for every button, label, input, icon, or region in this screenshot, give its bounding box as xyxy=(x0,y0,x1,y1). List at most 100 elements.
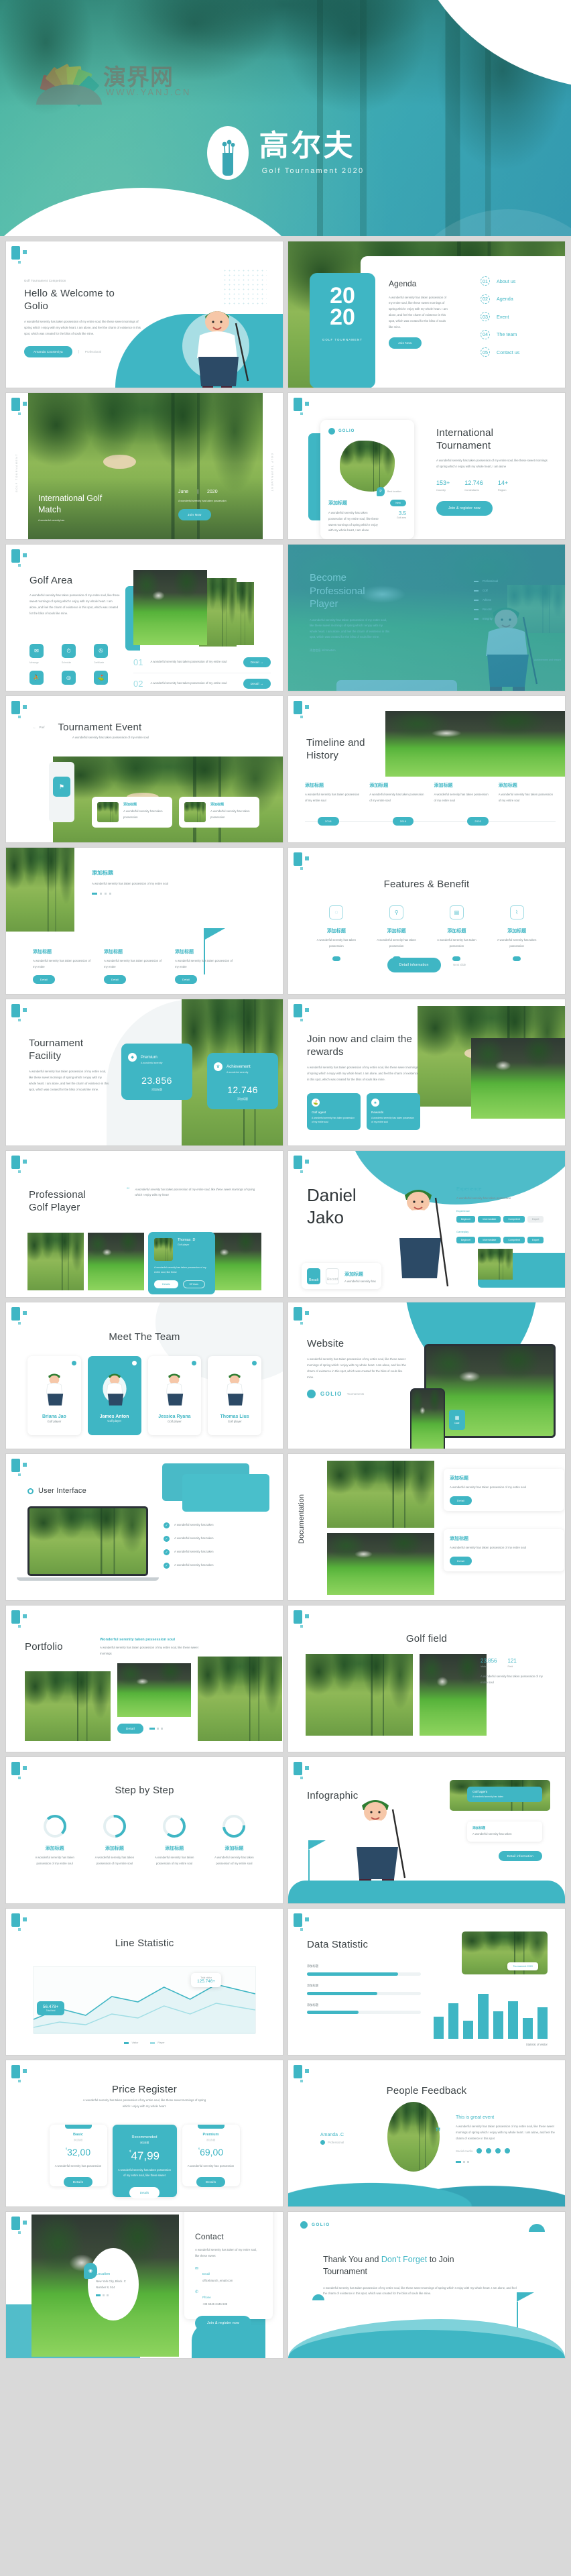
team-card[interactable]: Thomas Lius Golf player xyxy=(208,1356,261,1435)
slide-thank-you[interactable]: GOLIO Thank You and Don't Forget to Join… xyxy=(288,2212,565,2358)
year-chip[interactable]: 2019 xyxy=(392,817,414,826)
detail-information-button[interactable]: Detail information xyxy=(387,958,441,972)
reward-card[interactable]: ★ Rewards A wonderful serenity has taken… xyxy=(367,1093,420,1130)
slide-international-golf-match[interactable]: GOLF TOURNAMENT GOLF TOURNAMENT Internat… xyxy=(6,393,283,539)
instagram-icon[interactable] xyxy=(495,2148,501,2154)
detail-button[interactable]: Detail xyxy=(117,1724,143,1734)
portfolio-photo-1[interactable] xyxy=(25,1671,111,1741)
slide-timeline-history[interactable]: Timeline and History 添加标题 A wonderful ser… xyxy=(288,696,565,842)
slide-golf-course-detail[interactable]: 添加标题 A wonderful serenity has taken poss… xyxy=(6,848,283,994)
slide-professional-golf-player[interactable]: Professional Golf Player “ A wonderful s… xyxy=(6,1151,283,1297)
detail-button[interactable]: Detail xyxy=(175,974,198,984)
carousel-dot[interactable] xyxy=(463,2161,465,2164)
carousel-dot-active[interactable] xyxy=(96,2294,101,2296)
twitter-icon[interactable] xyxy=(71,1361,76,1365)
agenda-item[interactable]: 02 Agenda xyxy=(481,294,548,304)
twitter-icon[interactable] xyxy=(131,1361,137,1365)
carousel-dot-active[interactable] xyxy=(149,1728,155,1730)
slide-join-now-rewards[interactable]: Join now and claim the rewards A wonderf… xyxy=(288,999,565,1145)
details-button[interactable]: Details xyxy=(63,2176,93,2187)
slide-data-statistic[interactable]: Data Statistic Tournament 2020 添加标题 添加标题… xyxy=(288,1909,565,2055)
slide-contact[interactable]: ◉ Location New York City, Block. C Numbe… xyxy=(6,2212,283,2358)
price-card-premium[interactable]: Premium 添加标题 $69,00 A wonderful serenity… xyxy=(182,2125,240,2187)
slide-tournament-facility[interactable]: Tournament Facility A wonderful serenity… xyxy=(6,999,283,1145)
carousel-dot[interactable] xyxy=(100,892,102,895)
year-chip[interactable]: 2018 xyxy=(318,817,339,826)
year-chip[interactable]: 2020 xyxy=(467,817,489,826)
player-card[interactable]: Thomas .D Golf player A wonderful sereni… xyxy=(148,1231,215,1294)
feature-icon-cell[interactable]: ◎ xyxy=(62,671,86,685)
carousel-dot-active[interactable] xyxy=(456,2161,461,2164)
level-chip[interactable]: Beginner xyxy=(456,1236,476,1243)
team-card[interactable]: Briana Jao Golf player xyxy=(27,1356,81,1435)
feature-icon-cell[interactable]: ⏱ Schedule xyxy=(62,644,86,664)
linkedin-icon[interactable] xyxy=(505,2148,511,2154)
slide-daniel-jako[interactable]: Daniel Jako Experience A wonderful seren… xyxy=(288,1151,565,1297)
team-card-active[interactable]: James Anton Golf player xyxy=(87,1356,141,1435)
slide-infographic[interactable]: Infographic Golf agent A wonderful seren… xyxy=(288,1757,565,1903)
carousel-dot[interactable] xyxy=(107,2294,109,2296)
player-photo[interactable] xyxy=(27,1233,84,1290)
carousel-dot[interactable] xyxy=(109,892,111,895)
carousel-dot[interactable] xyxy=(467,2161,469,2164)
price-card-recommended[interactable]: Recommended 添加标题 $47,99 A wonderful sere… xyxy=(112,2125,177,2198)
next-slide-link[interactable]: Next slide xyxy=(453,963,466,966)
stat-card-achievement[interactable]: ♛ Achievement A wonderful serenity 12.74… xyxy=(207,1053,278,1109)
level-chip[interactable]: Competent xyxy=(503,1215,525,1223)
detail-button[interactable]: Detail xyxy=(450,1556,472,1565)
back-nav[interactable]: ← Pref xyxy=(33,726,44,729)
details-button[interactable]: Details xyxy=(196,2176,226,2187)
new-button[interactable]: New xyxy=(390,500,406,506)
slide-tournament-event[interactable]: ← Pref Tournament Event A wonderful seren… xyxy=(6,696,283,842)
carousel-dot-active[interactable] xyxy=(92,892,97,895)
player-photo[interactable] xyxy=(88,1233,144,1290)
feature-icon-cell[interactable]: ⛹ xyxy=(29,671,54,685)
register-button[interactable]: Join & register now xyxy=(436,500,493,516)
detail-button[interactable]: Detail xyxy=(450,1496,472,1505)
details-button[interactable]: Details xyxy=(129,2186,160,2198)
doc-card-2[interactable]: 添加标题 A wonderful serenity has taken poss… xyxy=(444,1529,564,1571)
event-card[interactable]: 添加标题 A wonderful serenity has taken poss… xyxy=(179,797,259,828)
twitter-icon[interactable] xyxy=(252,1361,257,1365)
join-now-button[interactable]: Join Now xyxy=(389,337,422,349)
slide-international-tournament[interactable]: GOLIO P Best location 添加标题 New A wonderf… xyxy=(288,393,565,539)
team-card[interactable]: Jessica Ryana Golf player xyxy=(147,1356,202,1435)
slide-line-statistic[interactable]: Line Statistic Total visitor 125.746+ 56… xyxy=(6,1909,283,2055)
slide-price-register[interactable]: Price Register A wonderful serenity has … xyxy=(6,2060,283,2206)
slide-people-feedback[interactable]: People Feedback Amanda .C Professional ”… xyxy=(288,2060,565,2206)
event-card[interactable]: 添加标题 A wonderful serenity has taken poss… xyxy=(92,797,172,828)
stat-card-premium[interactable]: ◆ Premium A wonderful serenity 23.856 添加… xyxy=(121,1044,192,1100)
twitter-icon[interactable] xyxy=(192,1361,197,1365)
level-chip[interactable]: Intermediate xyxy=(478,1236,501,1243)
level-chip[interactable]: Intermediate xyxy=(478,1215,501,1223)
reward-card[interactable]: ⛳ Golf agent A wonderful serenity has ta… xyxy=(307,1093,361,1130)
carousel-dot[interactable] xyxy=(156,1728,159,1730)
slide-hello-welcome[interactable]: Golf Tournament Competition Hello & Welc… xyxy=(6,241,283,388)
info-card-2[interactable]: 添加标题 A wonderful serenity has taken xyxy=(467,1822,542,1842)
detail-button[interactable]: Detail xyxy=(33,974,56,984)
carousel-dot[interactable] xyxy=(160,1728,163,1730)
slide-user-interface[interactable]: User Interface ✓ A wonderful serenity has… xyxy=(6,1454,283,1600)
map-card[interactable]: GOLIO P Best location 添加标题 New A wonderf… xyxy=(320,420,414,539)
level-chip[interactable]: Beginner xyxy=(456,1215,476,1223)
carousel-dot[interactable] xyxy=(105,892,107,895)
detail-button[interactable]: Detail → xyxy=(243,679,271,689)
doc-card-1[interactable]: 添加标题 A wonderful serenity has taken poss… xyxy=(444,1469,564,1511)
twitter-icon[interactable] xyxy=(486,2148,492,2154)
level-chip[interactable]: Expert xyxy=(527,1236,544,1243)
join-now-button[interactable]: Join Now xyxy=(178,509,211,520)
register-button[interactable]: Join & register now xyxy=(195,2315,251,2331)
slide-agenda[interactable]: 20 20 GOLF TOURNAMENT Agenda A wonderful… xyxy=(288,241,565,388)
field-photo-1[interactable] xyxy=(306,1654,413,1736)
agenda-item[interactable]: 01 About us xyxy=(481,276,548,286)
slide-documentation[interactable]: Documentation 添加标题 A wonderful serenity … xyxy=(288,1454,565,1600)
feature-card[interactable]: ⚲ 添加标题 A wonderful serenity has taken po… xyxy=(371,905,422,961)
feature-card[interactable]: ▤ 添加标题 A wonderful serenity has taken po… xyxy=(432,905,483,961)
slide-become-professional-player[interactable]: Become Professional Player A wonderful s… xyxy=(288,545,565,691)
feature-icon-cell[interactable]: ✇ Certificate xyxy=(94,644,118,664)
details-button[interactable]: Details xyxy=(154,1280,178,1288)
author-button[interactable]: Amanda Courteviya xyxy=(24,345,72,357)
detail-button[interactable]: Detail → xyxy=(243,657,271,667)
slide-portfolio[interactable]: Portfolio Wonderful serenity taken posse… xyxy=(6,1606,283,1752)
level-chip[interactable]: Competent xyxy=(503,1236,525,1243)
